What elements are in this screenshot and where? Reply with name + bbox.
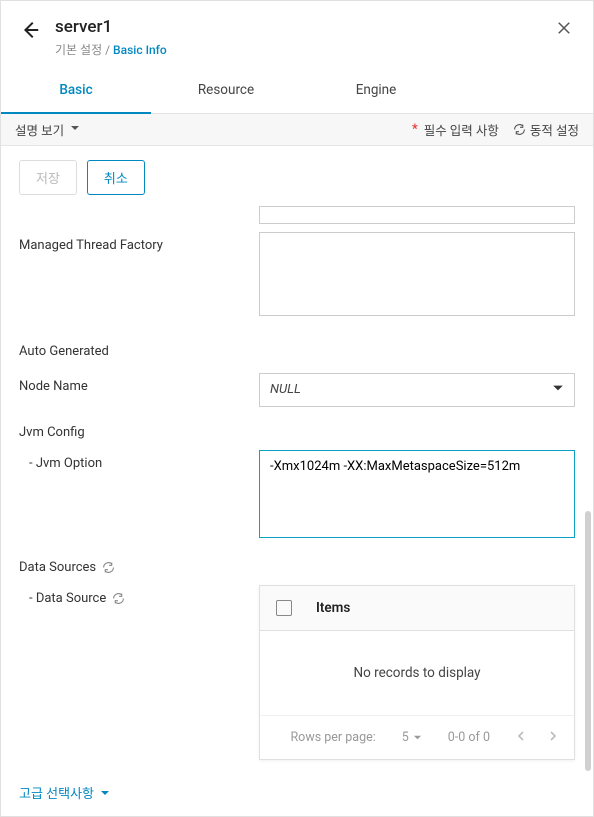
table-empty-message: No records to display: [260, 631, 574, 715]
back-arrow-icon[interactable]: [19, 19, 41, 41]
breadcrumb-current: Basic Info: [113, 43, 167, 57]
node-name-select[interactable]: NULL: [259, 373, 575, 407]
data-source-label: - Data Source: [19, 585, 259, 606]
scrollbar[interactable]: [585, 511, 591, 791]
breadcrumb: 기본 설정 / Basic Info: [55, 41, 553, 58]
advanced-options-toggle[interactable]: 고급 선택사항: [19, 783, 110, 802]
chevron-down-icon: [552, 382, 564, 398]
refresh-icon[interactable]: [102, 560, 115, 575]
prev-page-button[interactable]: [516, 730, 526, 745]
breadcrumb-sep: /: [102, 43, 113, 57]
required-asterisk-icon: *: [412, 122, 418, 137]
managed-thread-factory-input[interactable]: [259, 232, 575, 316]
refresh-icon: [513, 122, 526, 137]
cancel-button[interactable]: 취소: [87, 160, 145, 195]
tab-basic[interactable]: Basic: [1, 68, 151, 114]
breadcrumb-parent: 기본 설정: [55, 43, 102, 57]
node-name-label: Node Name: [19, 373, 259, 394]
required-label: 필수 입력 사항: [424, 120, 499, 139]
tab-engine[interactable]: Engine: [301, 68, 451, 113]
refresh-icon[interactable]: [112, 591, 125, 606]
jvm-config-label: Jvm Config: [19, 425, 575, 440]
save-button: 저장: [19, 160, 77, 195]
tabs: Basic Resource Engine: [1, 68, 593, 114]
data-sources-label: Data Sources: [19, 560, 575, 575]
view-mode-toggle[interactable]: 설명 보기: [15, 120, 80, 139]
rows-per-page-label: Rows per page:: [290, 730, 375, 745]
tab-resource[interactable]: Resource: [151, 68, 301, 113]
dynamic-label: 동적 설정: [530, 120, 579, 139]
prev-field-input[interactable]: [259, 206, 575, 224]
node-name-value: NULL: [270, 382, 301, 397]
scrollbar-thumb[interactable]: [585, 511, 591, 771]
jvm-option-label: - Jvm Option: [19, 450, 259, 471]
pagination-range: 0-0 of 0: [448, 730, 490, 745]
rows-per-page-select[interactable]: 5: [402, 730, 422, 745]
managed-thread-factory-label: Managed Thread Factory: [19, 232, 259, 253]
jvm-option-input[interactable]: [259, 450, 575, 538]
auto-generated-label: Auto Generated: [19, 338, 259, 359]
column-items: Items: [316, 600, 350, 616]
view-mode-label: 설명 보기: [15, 120, 64, 139]
page-title: server1: [55, 17, 553, 37]
close-icon[interactable]: [553, 17, 575, 43]
chevron-down-icon: [70, 122, 80, 137]
next-page-button[interactable]: [548, 730, 558, 745]
data-source-table: Items No records to display Rows per pag…: [259, 585, 575, 760]
select-all-checkbox[interactable]: [276, 600, 292, 616]
